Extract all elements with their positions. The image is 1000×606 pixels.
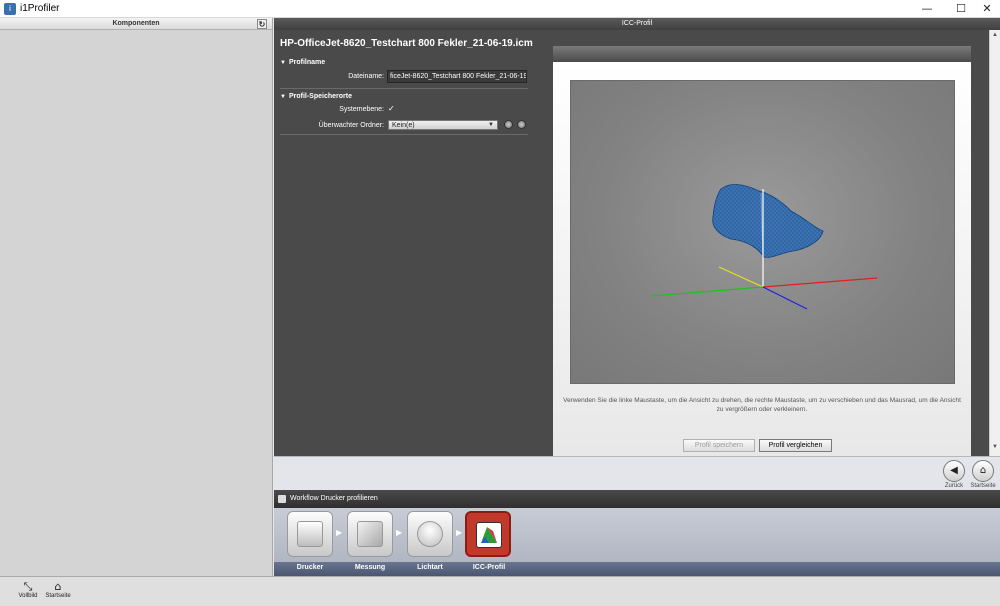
collapse-triangle-icon: ▼ [280,60,286,66]
components-panel: Komponenten ↻ [0,18,273,576]
systemebene-label: Systemebene: [339,106,384,113]
section-speicherorte-header[interactable]: ▼ Profil-Speicherorte [280,93,352,100]
fullscreen-button[interactable]: ⤡ Vollbild [15,580,41,600]
save-profile-button[interactable]: Profil speichern [683,439,755,452]
vertical-scrollbar[interactable]: ▲ ▼ [989,30,1000,456]
red-axis-line [762,277,878,288]
printer-icon [297,521,323,547]
viewer-toolbar [553,46,971,62]
dateiname-input[interactable]: ficeJet-8620_Testchart 800 Fekler_21-06-… [387,70,527,83]
step-messung-label: Messung [354,564,386,571]
scroll-down-icon[interactable]: ▼ [992,444,998,450]
workflow-labels: Drucker Messung Lichtart ICC-Profil [274,562,1000,576]
ordner-label: Überwachter Ordner: [318,122,384,129]
step-icc-profil-button[interactable] [465,511,511,557]
step-lichtart-button[interactable] [407,511,453,557]
app-icon: i [4,3,16,15]
dateiname-label: Dateiname: [348,73,384,80]
back-arrow-icon: ◀ [950,465,958,476]
section-divider [280,88,528,89]
refresh-icon[interactable]: ↻ [257,19,267,29]
viewer-content: Verwenden Sie die linke Maustaste, um di… [553,62,971,456]
home-icon: ⌂ [54,580,62,593]
profile-title: HP-OfficeJet-8620_Testchart 800 Fekler_2… [280,38,533,49]
section-profilname-header[interactable]: ▼ Profilname [280,59,325,66]
workflow-header: Workflow Drucker profilieren [274,490,1000,508]
settings-panel: HP-OfficeJet-8620_Testchart 800 Fekler_2… [274,30,553,456]
blue-axis-line [762,286,808,310]
icc-profile-header: ICC-Profil [274,18,1000,30]
chevron-down-icon: ▼ [488,122,494,128]
home-button[interactable]: ⌂ [972,460,994,482]
step-messung-button[interactable] [347,511,393,557]
fullscreen-label: Vollbild [18,593,38,599]
printer-icon [278,495,286,503]
section-divider [280,134,528,135]
step-arrow-icon: ▶ [336,528,343,537]
step-lichtart-label: Lichtart [417,564,443,571]
home-icon: ⌂ [979,465,987,476]
gamut-viewer-frame: Verwenden Sie die linke Maustaste, um di… [553,46,971,456]
home-label: Startseite [970,483,996,489]
systemebene-checkbox[interactable]: ✓ [388,105,396,113]
collapse-triangle-icon: ▼ [280,94,286,100]
title-bar: i i1Profiler — ☐ ✕ [0,0,1000,18]
gamut-mesh [712,184,824,258]
step-drucker-button[interactable] [287,511,333,557]
measurement-icon [357,521,383,547]
close-button[interactable]: ✕ [970,0,1000,18]
bottom-home-label: Startseite [45,593,71,599]
step-drucker-label: Drucker [296,564,324,571]
green-axis-line [650,286,764,297]
step-arrow-icon: ▶ [396,528,403,537]
ordner-select[interactable]: Kein(e) ▼ [388,120,498,130]
gamut-3d-plot [650,184,878,310]
ordner-select-value: Kein(e) [392,122,415,129]
scroll-up-icon[interactable]: ▲ [992,32,998,38]
components-title: Komponenten [112,20,160,27]
step-arrow-icon: ▶ [456,528,463,537]
window-title: i1Profiler [20,3,60,14]
workflow-title: Workflow Drucker profilieren [290,495,378,502]
workflow-steps: ▶ ▶ ▶ [274,508,1000,562]
lightbulb-icon [417,521,443,547]
gamut-3d-viewport[interactable] [570,80,955,384]
icc-profile-icon [476,522,502,548]
back-button[interactable]: ◀ [943,460,965,482]
components-header: Komponenten ↻ [0,18,272,30]
navigation-bar: ◀ Zurück ⌂ Startseite [274,456,1000,490]
minimize-button[interactable]: — [910,0,944,18]
bottom-home-button[interactable]: ⌂ Startseite [45,580,71,600]
add-folder-icon[interactable] [504,120,513,129]
bottom-toolbar: ⤡ Vollbild ⌂ Startseite [0,576,1000,606]
yellow-axis-line [718,266,764,288]
remove-folder-icon[interactable] [517,120,526,129]
step-icc-profil-label: ICC-Profil [472,564,506,571]
compare-profile-button[interactable]: Profil vergleichen [759,439,832,452]
back-label: Zurück [944,483,964,489]
fullscreen-icon: ⤡ [23,580,33,593]
viewer-hint-text: Verwenden Sie die linke Maustaste, um di… [563,397,961,413]
